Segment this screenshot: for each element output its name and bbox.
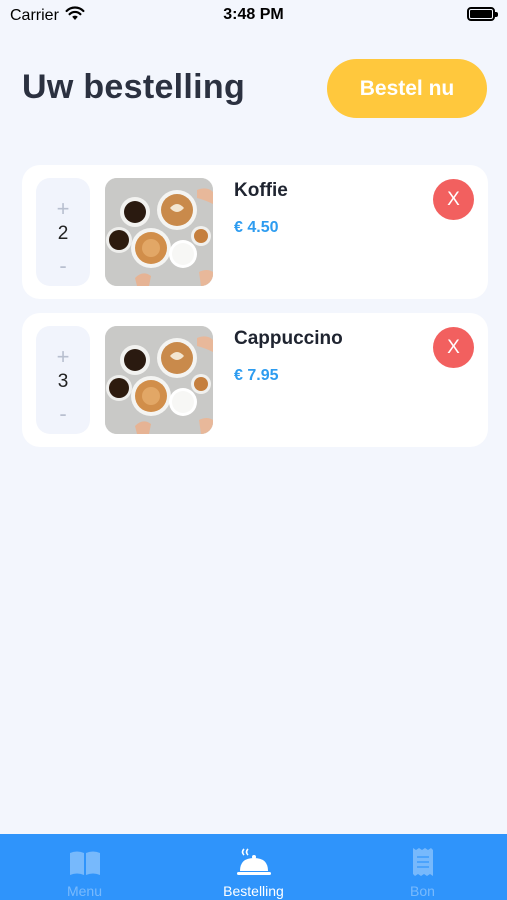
quantity-stepper: + 3 - — [36, 326, 90, 434]
quantity-value: 2 — [57, 223, 69, 244]
order-item-card: + 3 - Cappuccino € 7.95 X — [22, 313, 488, 447]
battery-icon — [467, 7, 498, 21]
item-name: Cappuccino — [234, 328, 343, 349]
tab-label: Menu — [66, 883, 103, 899]
order-item-card: + 2 - Koffie € 4.50 X — [22, 165, 488, 299]
remove-item-button[interactable]: X — [433, 327, 474, 368]
decrease-quantity-button[interactable]: - — [36, 255, 90, 277]
serving-cloche-icon — [236, 847, 272, 877]
tab-bar: Menu Bestelling Bon — [0, 834, 507, 900]
tab-bon[interactable]: Bon — [338, 834, 507, 900]
book-icon — [68, 847, 102, 877]
quantity-value: 3 — [57, 371, 69, 392]
quantity-stepper: + 2 - — [36, 178, 90, 286]
status-time: 3:48 PM — [223, 6, 284, 23]
order-now-button[interactable]: Bestel nu — [327, 59, 487, 118]
status-bar: Carrier 3:48 PM — [0, 0, 507, 30]
tab-label: Bestelling — [223, 883, 284, 899]
item-price: € 7.95 — [234, 367, 279, 384]
tab-label: Bon — [410, 883, 435, 899]
increase-quantity-button[interactable]: + — [36, 346, 90, 368]
tab-menu[interactable]: Menu — [0, 834, 169, 900]
page-title: Uw bestelling — [22, 68, 246, 106]
tab-bestelling[interactable]: Bestelling — [169, 834, 338, 900]
item-price: € 4.50 — [234, 219, 279, 236]
decrease-quantity-button[interactable]: - — [36, 403, 90, 425]
item-name: Koffie — [234, 180, 288, 201]
remove-item-button[interactable]: X — [433, 179, 474, 220]
coffee-product-image — [105, 178, 213, 286]
receipt-icon — [411, 847, 435, 877]
increase-quantity-button[interactable]: + — [36, 198, 90, 220]
cappuccino-product-image — [105, 326, 213, 434]
